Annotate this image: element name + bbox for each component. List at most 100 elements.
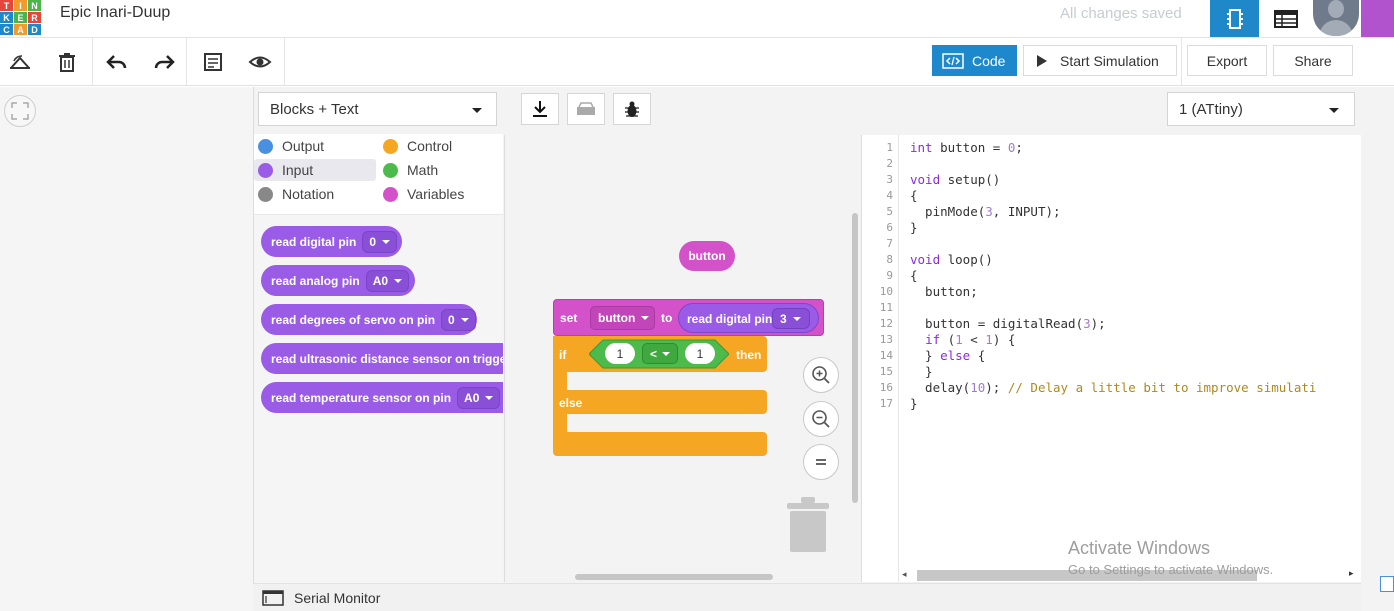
category-variables[interactable]: Variables xyxy=(379,183,499,205)
share-button[interactable]: Share xyxy=(1273,45,1353,76)
side-tab[interactable] xyxy=(1361,0,1394,37)
chevron-down-icon xyxy=(382,239,391,244)
pin-dropdown[interactable]: 0 xyxy=(362,230,398,253)
code-line[interactable]: button = digitalRead(3); xyxy=(910,316,1106,331)
code-line[interactable]: } else { xyxy=(910,348,985,363)
logo-letter: T xyxy=(0,0,13,11)
operator-dropdown[interactable]: < xyxy=(642,343,678,364)
code-line[interactable]: int button = 0; xyxy=(910,140,1023,155)
palette-block-read-temperature[interactable]: read temperature sensor on pin A0 i xyxy=(261,382,503,413)
category-output[interactable]: Output xyxy=(254,135,374,157)
code-line[interactable]: void loop() xyxy=(910,252,993,267)
pin-dropdown[interactable]: 3 xyxy=(772,308,810,329)
redo-icon[interactable] xyxy=(149,48,179,76)
notes-icon[interactable] xyxy=(198,48,228,76)
library-button[interactable] xyxy=(567,93,605,125)
tinkercad-logo[interactable]: T I N K E R C A D xyxy=(0,0,41,35)
code-line[interactable]: } xyxy=(910,396,918,411)
category-math[interactable]: Math xyxy=(379,159,499,181)
chip-icon xyxy=(1226,8,1243,29)
serial-monitor-bar[interactable]: Serial Monitor xyxy=(253,583,1361,611)
blocks-workspace[interactable]: button set button to read digital pin 3 … xyxy=(504,135,860,582)
board-dropdown[interactable]: 1 (ATtiny) xyxy=(1167,92,1355,126)
set-label: set xyxy=(560,311,578,325)
line-number: 9 xyxy=(886,269,893,282)
delete-icon[interactable] xyxy=(52,48,82,76)
line-number: 10 xyxy=(879,285,893,298)
block-text: read analog pin xyxy=(271,273,360,288)
palette-block-read-digital-pin[interactable]: read digital pin 0 xyxy=(261,226,402,257)
code-line[interactable]: } xyxy=(910,364,933,379)
code-line[interactable]: pinMode(3, INPUT); xyxy=(910,204,1060,219)
fit-view-button[interactable] xyxy=(4,95,36,127)
code-button[interactable]: Code xyxy=(932,45,1017,76)
component-list-button[interactable] xyxy=(1262,0,1310,37)
category-notation[interactable]: Notation xyxy=(254,183,374,205)
read-digital-pin-block[interactable]: read digital pin 3 xyxy=(678,303,819,333)
category-input[interactable]: Input xyxy=(254,159,376,181)
pin-dropdown[interactable]: A0 xyxy=(365,269,410,292)
reset-zoom-button[interactable] xyxy=(803,444,839,480)
else-block-arm xyxy=(553,414,567,432)
line-number: 13 xyxy=(879,333,893,346)
visibility-icon[interactable] xyxy=(245,48,275,76)
if-block-bottom xyxy=(553,432,767,456)
code-editor[interactable]: 1 2 3 4 5 6 7 8 9 10 11 12 13 14 15 16 1… xyxy=(861,135,1361,582)
workspace-vertical-scrollbar[interactable] xyxy=(852,213,858,503)
variable-dropdown[interactable]: button xyxy=(590,306,655,330)
palette-block-read-ultrasonic[interactable]: read ultrasonic distance sensor on trigg… xyxy=(261,343,503,374)
chevron-down-icon xyxy=(1329,108,1339,113)
pin-value: 0 xyxy=(369,234,377,249)
palette-block-read-servo[interactable]: read degrees of servo on pin 0 xyxy=(261,304,477,335)
category-label: Control xyxy=(407,138,453,154)
trash-icon[interactable] xyxy=(787,497,829,553)
palette-block-read-analog-pin[interactable]: read analog pin A0 xyxy=(261,265,415,296)
user-avatar[interactable] xyxy=(1313,0,1359,36)
undo-icon[interactable] xyxy=(102,48,132,76)
pin-dropdown[interactable]: 0 xyxy=(441,308,476,331)
zoom-in-button[interactable] xyxy=(803,357,839,393)
zoom-in-icon xyxy=(812,366,830,384)
pin-value: 0 xyxy=(448,312,455,327)
code-line[interactable]: } xyxy=(910,220,918,235)
start-simulation-button[interactable]: Start Simulation xyxy=(1023,45,1177,76)
project-title[interactable]: Epic Inari-Duup xyxy=(60,4,170,22)
if-block[interactable]: if 1 < 1 then xyxy=(553,336,767,372)
line-number: 15 xyxy=(879,365,893,378)
variable-block-button[interactable]: button xyxy=(679,241,735,271)
compare-left-input[interactable]: 1 xyxy=(605,343,635,364)
rotate-icon[interactable] xyxy=(5,48,35,76)
circuit-view-button[interactable] xyxy=(1210,0,1259,37)
zoom-out-button[interactable] xyxy=(803,401,839,437)
then-label: then xyxy=(736,348,762,362)
code-line[interactable]: void setup() xyxy=(910,172,1000,187)
debugger-button[interactable] xyxy=(613,93,651,125)
if-label: if xyxy=(559,348,567,362)
equals-icon xyxy=(816,459,826,465)
circuit-workplane[interactable] xyxy=(0,87,253,611)
scroll-right-icon[interactable]: ▸ xyxy=(1349,568,1354,579)
toolbar: Code Start Simulation Export Share xyxy=(0,38,1394,86)
chevron-down-icon xyxy=(641,316,650,320)
scroll-left-icon[interactable]: ◂ xyxy=(902,569,910,581)
category-label: Math xyxy=(407,162,439,178)
logo-letter: N xyxy=(28,0,41,11)
pin-dropdown[interactable]: A0 xyxy=(457,386,501,409)
category-control[interactable]: Control xyxy=(379,135,499,157)
export-button[interactable]: Export xyxy=(1187,45,1267,76)
compare-right-input[interactable]: 1 xyxy=(685,343,715,364)
set-variable-block[interactable]: set button to read digital pin 3 xyxy=(553,299,824,336)
code-line[interactable]: if (1 < 1) { xyxy=(910,332,1015,347)
code-line[interactable]: button; xyxy=(910,284,978,299)
code-line[interactable]: { xyxy=(910,188,918,203)
logo-letter: D xyxy=(28,24,41,35)
code-line[interactable]: delay(10); // Delay a little bit to impr… xyxy=(910,380,1316,395)
else-section[interactable]: else xyxy=(553,390,767,414)
block-text: read temperature sensor on pin xyxy=(271,390,452,405)
download-code-button[interactable] xyxy=(521,93,559,125)
code-line[interactable]: { xyxy=(910,268,918,283)
taskbar-icon[interactable] xyxy=(1380,576,1394,592)
line-number: 17 xyxy=(879,397,893,410)
code-mode-dropdown[interactable]: Blocks + Text xyxy=(258,92,497,126)
workspace-horizontal-scrollbar[interactable] xyxy=(575,574,773,580)
